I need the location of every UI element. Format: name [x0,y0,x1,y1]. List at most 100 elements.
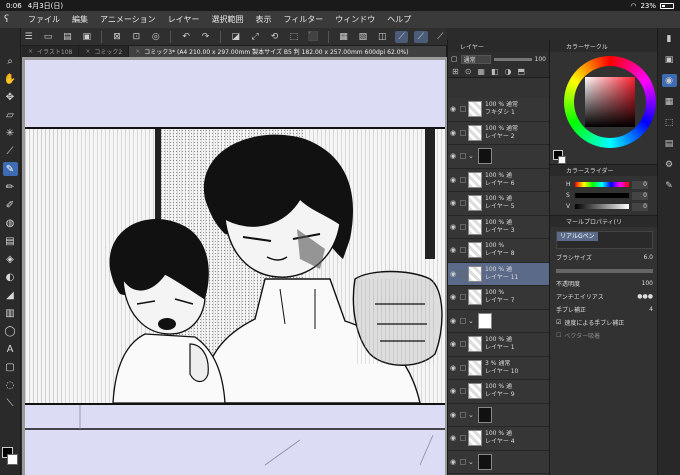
menu-animation[interactable]: アニメーション [100,14,156,25]
deselect-icon[interactable]: ⬛ [307,31,320,43]
eye-icon[interactable]: ◉ [448,364,458,372]
rotate-icon[interactable]: ⟲ [268,31,281,43]
layer-checkbox[interactable] [460,247,466,254]
redo-icon[interactable]: ↷ [199,31,212,43]
layer-checkbox[interactable] [460,294,466,301]
layer-row[interactable]: ◉ 3 % 通常 レイヤー 10 [448,356,550,380]
figure-icon[interactable]: ◯ [3,324,18,338]
layer-folder-row[interactable]: ◉ ⌄ [448,145,550,169]
layer-checkbox[interactable] [460,270,466,277]
snap-icon[interactable]: ◫ [376,31,389,43]
text-icon[interactable]: A [3,342,18,356]
selection-icon[interactable]: ⬚ [287,31,300,43]
eye-icon[interactable]: ◉ [448,152,458,160]
magic-wand-icon[interactable]: ✳ [3,126,18,140]
zoom-icon[interactable]: ⌕ [3,54,18,68]
folder-chevron-icon[interactable]: ⌄ [468,411,478,419]
layers-tab-icon[interactable]: ▣ [662,53,677,66]
sub-color-mini[interactable] [558,156,566,164]
eye-icon[interactable]: ◉ [448,340,458,348]
menu-file[interactable]: ファイル [28,14,60,25]
menu-window[interactable]: ウィンドウ [335,14,375,25]
close-icon[interactable]: × [85,48,90,55]
close-icon[interactable]: × [135,48,140,55]
layer-checkbox[interactable] [460,200,466,207]
menu-selection[interactable]: 選択範囲 [211,14,243,25]
color-swatches[interactable] [2,447,18,467]
tab-comic-2[interactable]: × コミック2 [79,46,130,57]
saturation-value-square[interactable] [585,77,635,127]
menu-filter[interactable]: フィルター [283,14,323,25]
save-icon[interactable]: ▣ [80,31,93,43]
layer-checkbox[interactable] [460,176,466,183]
layer-row[interactable]: ◉ 100 % レイヤー 7 [448,286,550,310]
eye-icon[interactable]: ◉ [448,387,458,395]
snap-grid-icon[interactable]: ⟋ [434,31,447,43]
brush-size-value[interactable]: 6.0 [639,254,653,261]
brush-icon[interactable]: ✐ [3,198,18,212]
eye-icon[interactable]: ◉ [448,293,458,301]
saturation-slider[interactable] [575,193,629,198]
color-set-tab-icon[interactable]: ▦ [662,95,677,108]
move-icon[interactable]: ✥ [3,90,18,104]
eyedropper-icon[interactable]: ⟋ [3,144,18,158]
menu-edit[interactable]: 編集 [72,14,88,25]
mask-icon[interactable]: ◧ [491,67,499,76]
toggle-panels-icon[interactable]: ▮ [662,32,677,45]
color-wheel-tab-icon[interactable]: ◉ [661,74,677,87]
blend-mode-select[interactable]: 通常 [460,54,491,64]
layer-checkbox[interactable] [460,317,466,324]
layer-checkbox[interactable] [460,223,466,230]
layer-row[interactable]: ◉ 100 % 通レイヤー 6 [448,168,550,192]
gradient-icon[interactable]: ▥ [3,306,18,320]
eraser2-icon[interactable]: ◈ [3,252,18,266]
eye-icon[interactable]: ◉ [448,223,458,231]
eraser-icon[interactable]: ▱ [3,108,18,122]
layer-folder-row[interactable]: ◉ ⌄ [448,309,550,333]
layer-row[interactable]: ◉ 100 % レイヤー 8 [448,239,550,263]
hue-slider[interactable] [575,182,629,187]
checkbox-icon[interactable]: ☐ [556,332,561,339]
eye-icon[interactable]: ◉ [448,411,458,419]
lock-icon[interactable]: ▢ [451,55,458,63]
decoration-icon[interactable]: ▤ [3,234,18,248]
new-file-icon[interactable]: ▭ [41,31,54,43]
clear-icon[interactable]: ⊠ [110,31,123,43]
saturation-value[interactable]: 0 [632,191,648,200]
undo-icon[interactable]: ↶ [179,31,192,43]
blend-icon[interactable]: ◐ [3,270,18,284]
eye-icon[interactable]: ◉ [448,270,458,278]
comic-panel[interactable] [25,127,445,405]
ruler-icon[interactable]: ▧ [356,31,369,43]
layer-row[interactable]: ◉ 100 % 通レイヤー 3 [448,215,550,239]
hue-value[interactable]: 0 [632,180,648,189]
comic-page[interactable] [25,60,445,475]
layer-row[interactable]: ◉ 100 % 通常 フキダシ 1 [448,98,550,122]
layer-opacity-value[interactable]: 100 [535,56,546,63]
fill-bucket-icon[interactable]: ◢ [3,288,18,302]
menu-help[interactable]: ヘルプ [387,14,411,25]
palette-color-icon[interactable]: ◑ [505,67,512,76]
eye-icon[interactable]: ◉ [448,246,458,254]
lock-transparency-icon[interactable]: ▦ [477,67,485,76]
layer-checkbox[interactable] [460,129,466,136]
folder-chevron-icon[interactable]: ⌄ [468,458,478,466]
crop-icon[interactable]: ⊡ [130,31,143,43]
layer-checkbox[interactable] [460,364,466,371]
eye-icon[interactable]: ◉ [448,129,458,137]
pen-icon[interactable]: ✎ [2,162,18,176]
menu-layer[interactable]: レイヤー [168,14,200,25]
property-tab-icon[interactable]: ⚙ [662,158,677,171]
layer-row[interactable]: ◉ 100 % 通レイヤー 1 [448,333,550,357]
value-slider[interactable] [575,204,629,209]
app-logo-icon[interactable]: ʕ [4,14,18,26]
menu-view[interactable]: 表示 [255,14,271,25]
layer-checkbox[interactable] [460,458,466,465]
eye-icon[interactable]: ◉ [448,199,458,207]
grid-icon[interactable]: ▦ [337,31,350,43]
tab-illustration[interactable]: × イラスト108 [22,46,80,57]
layer-row[interactable]: ◉ 100 % 通レイヤー 4 [448,427,550,451]
layer-row[interactable]: ◉ 100 % 通レイヤー 9 [448,380,550,404]
close-icon[interactable]: × [28,48,33,55]
airbrush-icon[interactable]: ◍ [3,216,18,230]
